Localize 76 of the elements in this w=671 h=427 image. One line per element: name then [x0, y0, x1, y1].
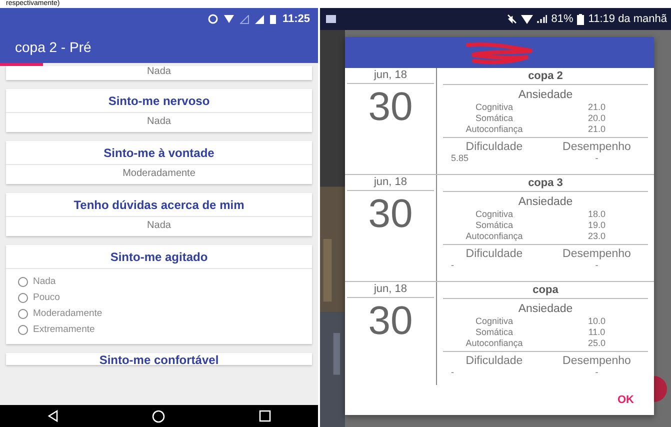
metric-value: - [450, 367, 454, 377]
metric-label: Desempenho [562, 247, 631, 260]
answer-text: Nada [146, 115, 172, 129]
metric-label: Dificuldade [466, 247, 523, 260]
question-title: Tenho dúvidas acerca de mim [6, 193, 312, 217]
metric-label: Desempenho [562, 354, 631, 367]
home-icon[interactable] [152, 410, 166, 422]
score-value: 25.0 [586, 338, 607, 348]
battery-icon [577, 14, 584, 24]
status-time: 11:25 [282, 13, 310, 25]
radio-button[interactable] [18, 308, 28, 318]
radio-option[interactable]: Moderadamente [18, 308, 102, 319]
metric-value: - [595, 367, 598, 377]
answer-text: Moderadamente [122, 167, 196, 181]
month-label: jun, 18 [347, 282, 434, 298]
answer-text: Nada [146, 66, 172, 79]
score-label: Cognitiva [474, 102, 514, 112]
day-number: 30 [367, 84, 414, 130]
question-title: Sinto-me nervoso [6, 89, 312, 113]
radio-option[interactable]: Nada [18, 276, 56, 287]
progress-indicator [0, 63, 43, 66]
metric-value: 5.85 [450, 153, 469, 163]
metric-label: Dificuldade [466, 140, 523, 153]
section-title: Ansiedade [517, 302, 574, 316]
day-number: 30 [367, 298, 414, 344]
question-title: Sinto-me confortável [98, 353, 220, 365]
metric-value: - [450, 260, 454, 270]
wifi-icon [521, 14, 534, 24]
score-value: 20.0 [586, 113, 607, 123]
score-value: 11.0 [587, 327, 606, 337]
session-name: copa 2 [443, 68, 648, 85]
score-value: 18.0 [586, 209, 607, 219]
metric-label: Dificuldade [466, 354, 523, 367]
score-value: 10.0 [586, 316, 607, 326]
section-title: Ansiedade [517, 195, 574, 209]
score-label: Somática [474, 113, 514, 123]
day-number: 30 [367, 191, 414, 237]
sync-icon [208, 14, 218, 24]
score-value: 21.0 [586, 102, 607, 112]
question-title: Sinto-me à vontade [6, 141, 312, 165]
message-icon [326, 15, 336, 23]
question-title: Sinto-me agitado [6, 245, 312, 269]
score-label: Autoconfiança [464, 231, 524, 241]
back-icon[interactable] [46, 410, 59, 422]
status-time: 11:19 da manhã [588, 13, 667, 25]
metric-value: - [595, 153, 598, 163]
score-label: Cognitiva [474, 316, 514, 326]
radio-button[interactable] [18, 292, 28, 302]
radio-option[interactable]: Pouco [18, 292, 60, 303]
signal-icon [537, 14, 548, 24]
score-label: Somática [474, 220, 514, 230]
metric-label: Desempenho [562, 140, 631, 153]
score-label: Autoconfiança [464, 124, 524, 134]
score-value: 23.0 [586, 231, 607, 241]
screen-title: copa 2 - Pré [15, 38, 92, 54]
battery-percent: 81% [551, 13, 574, 25]
month-label: jun, 18 [347, 68, 434, 84]
mute-icon [507, 14, 518, 24]
recents-icon[interactable] [259, 410, 272, 422]
score-value: 21.0 [586, 124, 607, 134]
radio-option[interactable]: Extremamente [18, 324, 95, 335]
score-label: Somática [474, 327, 514, 337]
radio-button[interactable] [18, 276, 28, 286]
wifi-icon [224, 15, 234, 23]
section-title: Ansiedade [517, 88, 574, 102]
score-value: 19.0 [586, 220, 607, 230]
session-name: copa [443, 282, 648, 299]
radio-button[interactable] [18, 324, 28, 334]
metric-value: - [595, 260, 598, 270]
score-label: Autoconfiança [464, 338, 524, 348]
session-name: copa 3 [443, 175, 648, 192]
month-label: jun, 18 [347, 175, 434, 191]
battery-icon [270, 14, 276, 24]
score-label: Cognitiva [474, 209, 514, 219]
ok-button[interactable]: OK [612, 390, 640, 410]
answer-text: Nada [146, 219, 172, 233]
